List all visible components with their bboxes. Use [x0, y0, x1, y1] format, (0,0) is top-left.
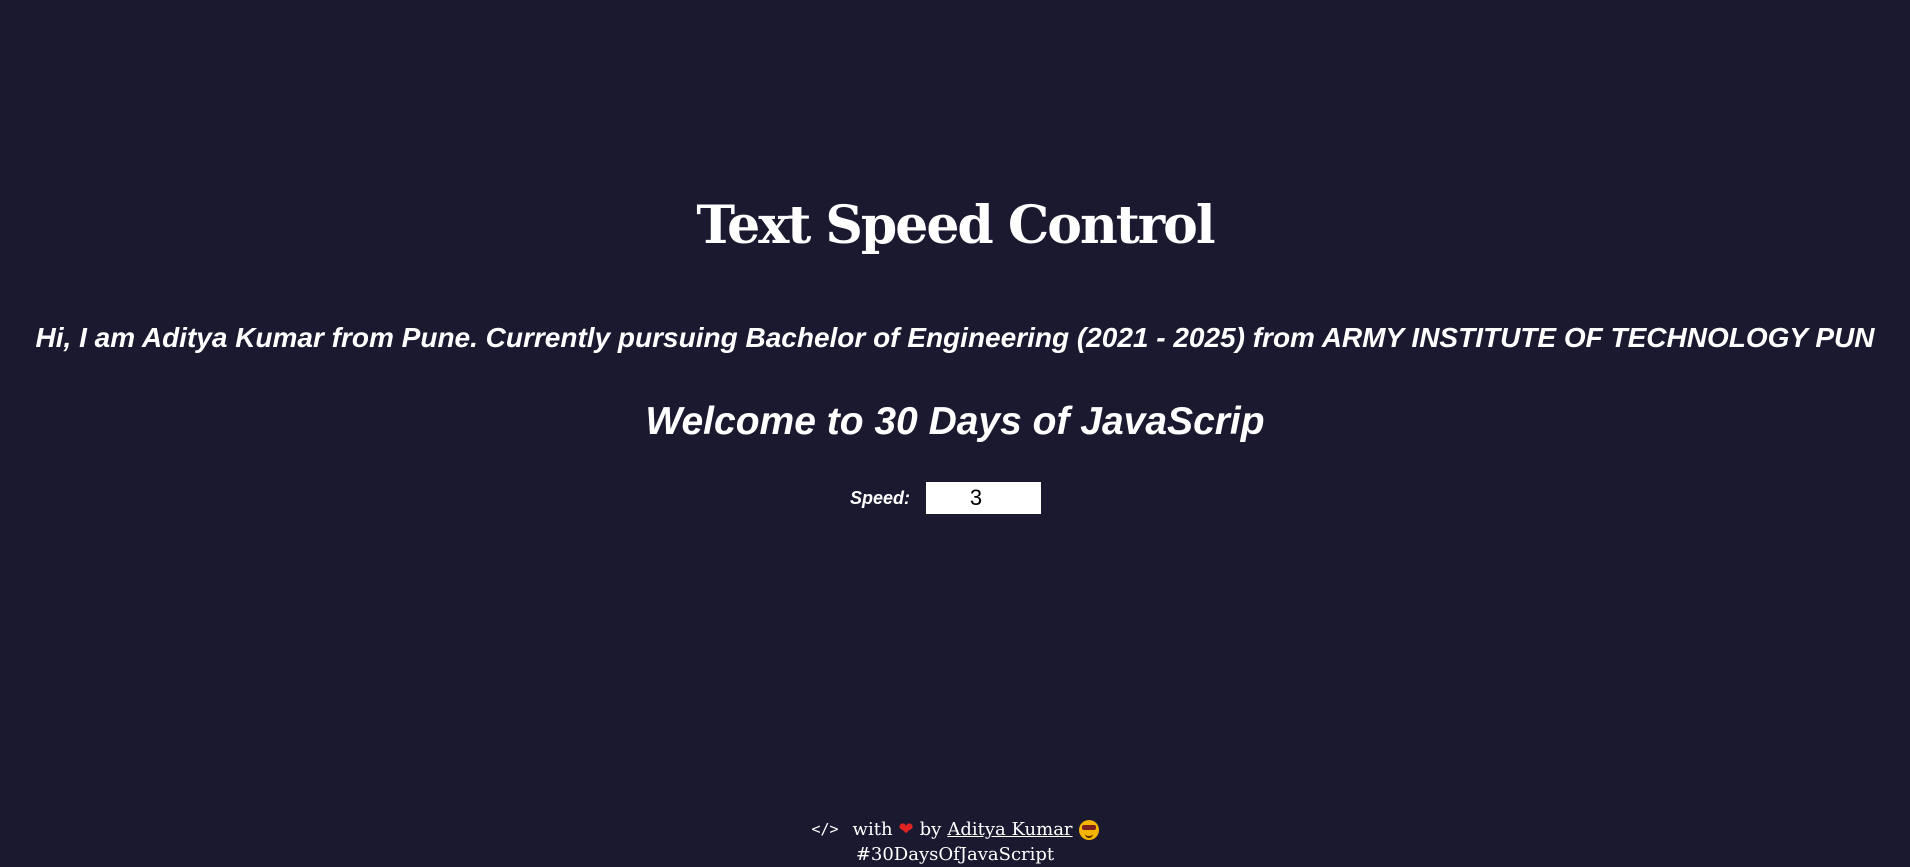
speed-label: Speed:: [850, 487, 911, 508]
code-icon: </>: [811, 820, 839, 838]
welcome-text: Welcome to 30 Days of JavaScrip: [645, 400, 1265, 443]
author-link[interactable]: Aditya Kumar: [947, 817, 1072, 842]
heart-icon: ❤: [898, 819, 914, 840]
footer-by-text: by: [919, 819, 942, 840]
intro-text: Hi, I am Aditya Kumar from Pune. Current…: [35, 322, 1875, 353]
footer: </> with ❤ by Aditya Kumar #30DaysOfJava…: [0, 816, 1910, 867]
page: Text Speed Control Hi, I am Aditya Kumar…: [0, 0, 1910, 867]
speed-control: Speed:: [850, 482, 1042, 514]
footer-credit: </> with ❤ by Aditya Kumar: [811, 817, 1099, 842]
footer-with-text: with: [852, 819, 893, 840]
footer-hashtag: #30DaysOfJavaScript: [855, 844, 1055, 865]
speed-input[interactable]: [926, 482, 1042, 514]
sunglasses-emoji-icon: [1078, 819, 1099, 840]
page-title: Text Speed Control: [696, 195, 1215, 256]
